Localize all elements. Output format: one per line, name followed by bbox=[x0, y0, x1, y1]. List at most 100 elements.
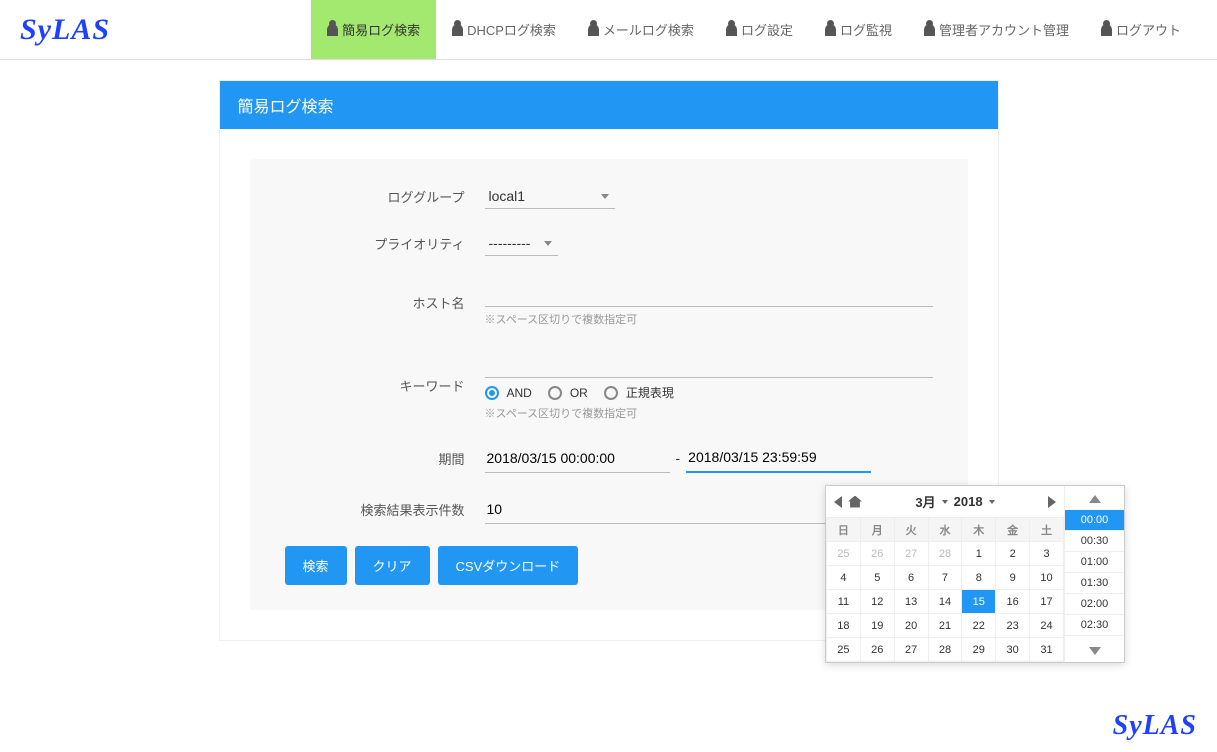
csv-download-button[interactable]: CSVダウンロード bbox=[438, 546, 579, 585]
chevron-up-icon bbox=[1089, 495, 1101, 503]
calendar-day[interactable]: 28 bbox=[928, 638, 962, 662]
nav-item-label: ログ監視 bbox=[840, 20, 892, 39]
time-option[interactable]: 00:00 bbox=[1065, 510, 1124, 531]
calendar-day[interactable]: 21 bbox=[928, 614, 962, 638]
footer-logo: SyLAS bbox=[1113, 710, 1197, 742]
calendar-day[interactable]: 9 bbox=[996, 566, 1030, 590]
caret-down-icon bbox=[544, 241, 552, 246]
calendar-table: 日月火水木金土 25262728123456789101112131415161… bbox=[826, 517, 1064, 662]
next-month-icon[interactable] bbox=[1048, 496, 1056, 508]
nav-item-5[interactable]: 管理者アカウント管理 bbox=[908, 0, 1085, 59]
clear-button[interactable]: クリア bbox=[355, 546, 430, 585]
nav-item-label: 管理者アカウント管理 bbox=[939, 20, 1069, 39]
calendar-day[interactable]: 1 bbox=[962, 542, 996, 566]
nav: 簡易ログ検索 DHCPログ検索 メールログ検索ログ設定 ログ監視 管理者アカウント管理ロ… bbox=[311, 0, 1197, 59]
priority-value: --------- bbox=[489, 235, 531, 251]
calendar-day[interactable]: 31 bbox=[1030, 638, 1064, 662]
home-icon[interactable] bbox=[848, 496, 862, 508]
calendar-day[interactable]: 26 bbox=[860, 638, 894, 662]
calendar-day[interactable]: 8 bbox=[962, 566, 996, 590]
calendar-day[interactable]: 26 bbox=[860, 542, 894, 566]
radio-and[interactable] bbox=[485, 386, 499, 400]
calendar-day[interactable]: 27 bbox=[894, 638, 928, 662]
calendar-day[interactable]: 10 bbox=[1030, 566, 1064, 590]
log-group-select[interactable]: local1 bbox=[485, 184, 615, 209]
dow-header: 土 bbox=[1030, 518, 1064, 542]
calendar-day[interactable]: 13 bbox=[894, 590, 928, 614]
calendar-day[interactable]: 30 bbox=[996, 638, 1030, 662]
radio-and-label: AND bbox=[507, 386, 532, 400]
radio-regex-label: 正規表現 bbox=[626, 384, 674, 401]
time-option[interactable]: 02:30 bbox=[1065, 615, 1124, 636]
calendar-day[interactable]: 28 bbox=[928, 542, 962, 566]
calendar-day[interactable]: 29 bbox=[962, 638, 996, 662]
header: SyLAS 簡易ログ検索 DHCPログ検索 メールログ検索ログ設定 ログ監視 管理者アカ… bbox=[0, 0, 1217, 60]
calendar-day[interactable]: 25 bbox=[827, 638, 861, 662]
radio-or[interactable] bbox=[548, 386, 562, 400]
nav-item-1[interactable]: DHCPログ検索 bbox=[436, 0, 572, 59]
caret-down-icon bbox=[942, 500, 948, 504]
calendar-day[interactable]: 18 bbox=[827, 614, 861, 638]
time-scroll-down[interactable] bbox=[1065, 638, 1124, 662]
keyword-label: キーワード bbox=[285, 376, 485, 395]
person-icon bbox=[1101, 24, 1112, 36]
calendar-day[interactable]: 11 bbox=[827, 590, 861, 614]
calendar-day[interactable]: 23 bbox=[996, 614, 1030, 638]
calendar-day[interactable]: 27 bbox=[894, 542, 928, 566]
calendar-day[interactable]: 3 bbox=[1030, 542, 1064, 566]
nav-item-label: メールログ検索 bbox=[603, 20, 694, 39]
time-option[interactable]: 01:30 bbox=[1065, 573, 1124, 594]
year-select[interactable]: 2018 bbox=[954, 494, 983, 509]
time-option[interactable]: 00:30 bbox=[1065, 531, 1124, 552]
time-option[interactable]: 01:00 bbox=[1065, 552, 1124, 573]
month-select[interactable]: 3月 bbox=[915, 492, 935, 511]
calendar-day[interactable]: 17 bbox=[1030, 590, 1064, 614]
person-icon bbox=[452, 24, 463, 36]
priority-label: プライオリティ bbox=[285, 234, 485, 253]
log-group-value: local1 bbox=[489, 188, 526, 204]
nav-item-0[interactable]: 簡易ログ検索 bbox=[311, 0, 436, 59]
dow-header: 木 bbox=[962, 518, 996, 542]
radio-regex[interactable] bbox=[604, 386, 618, 400]
calendar-day[interactable]: 6 bbox=[894, 566, 928, 590]
time-scroll-up[interactable] bbox=[1065, 486, 1124, 510]
period-from-input[interactable] bbox=[485, 444, 670, 473]
dow-header: 日 bbox=[827, 518, 861, 542]
nav-item-3[interactable]: ログ設定 bbox=[710, 0, 809, 59]
nav-item-2[interactable]: メールログ検索 bbox=[572, 0, 710, 59]
calendar-day[interactable]: 14 bbox=[928, 590, 962, 614]
calendar-day[interactable]: 5 bbox=[860, 566, 894, 590]
keyword-hint: ※スペース区切りで複数指定可 bbox=[485, 405, 933, 421]
calendar-day[interactable]: 12 bbox=[860, 590, 894, 614]
dow-header: 金 bbox=[996, 518, 1030, 542]
calendar-day[interactable]: 19 bbox=[860, 614, 894, 638]
nav-item-4[interactable]: ログ監視 bbox=[809, 0, 908, 59]
priority-select[interactable]: --------- bbox=[485, 231, 559, 256]
panel-title: 簡易ログ検索 bbox=[220, 81, 998, 129]
keyword-input[interactable] bbox=[485, 349, 933, 378]
logo: SyLAS bbox=[20, 13, 110, 47]
calendar-day[interactable]: 15 bbox=[962, 590, 996, 614]
calendar-day[interactable]: 25 bbox=[827, 542, 861, 566]
person-icon bbox=[924, 24, 935, 36]
calendar-day[interactable]: 22 bbox=[962, 614, 996, 638]
calendar-day[interactable]: 7 bbox=[928, 566, 962, 590]
nav-item-label: 簡易ログ検索 bbox=[342, 20, 420, 39]
results-label: 検索結果表示件数 bbox=[285, 500, 485, 519]
period-separator: - bbox=[676, 450, 681, 466]
search-button[interactable]: 検索 bbox=[285, 546, 347, 585]
period-to-input[interactable] bbox=[686, 443, 871, 473]
calendar-day[interactable]: 24 bbox=[1030, 614, 1064, 638]
nav-item-6[interactable]: ログアウト bbox=[1085, 0, 1197, 59]
host-input[interactable] bbox=[485, 278, 933, 307]
dow-header: 火 bbox=[894, 518, 928, 542]
dow-header: 月 bbox=[860, 518, 894, 542]
time-option[interactable]: 02:00 bbox=[1065, 594, 1124, 615]
calendar-day[interactable]: 2 bbox=[996, 542, 1030, 566]
calendar-day[interactable]: 20 bbox=[894, 614, 928, 638]
calendar-day[interactable]: 16 bbox=[996, 590, 1030, 614]
person-icon bbox=[327, 24, 338, 36]
caret-down-icon bbox=[989, 500, 995, 504]
prev-month-icon[interactable] bbox=[834, 496, 842, 508]
calendar-day[interactable]: 4 bbox=[827, 566, 861, 590]
